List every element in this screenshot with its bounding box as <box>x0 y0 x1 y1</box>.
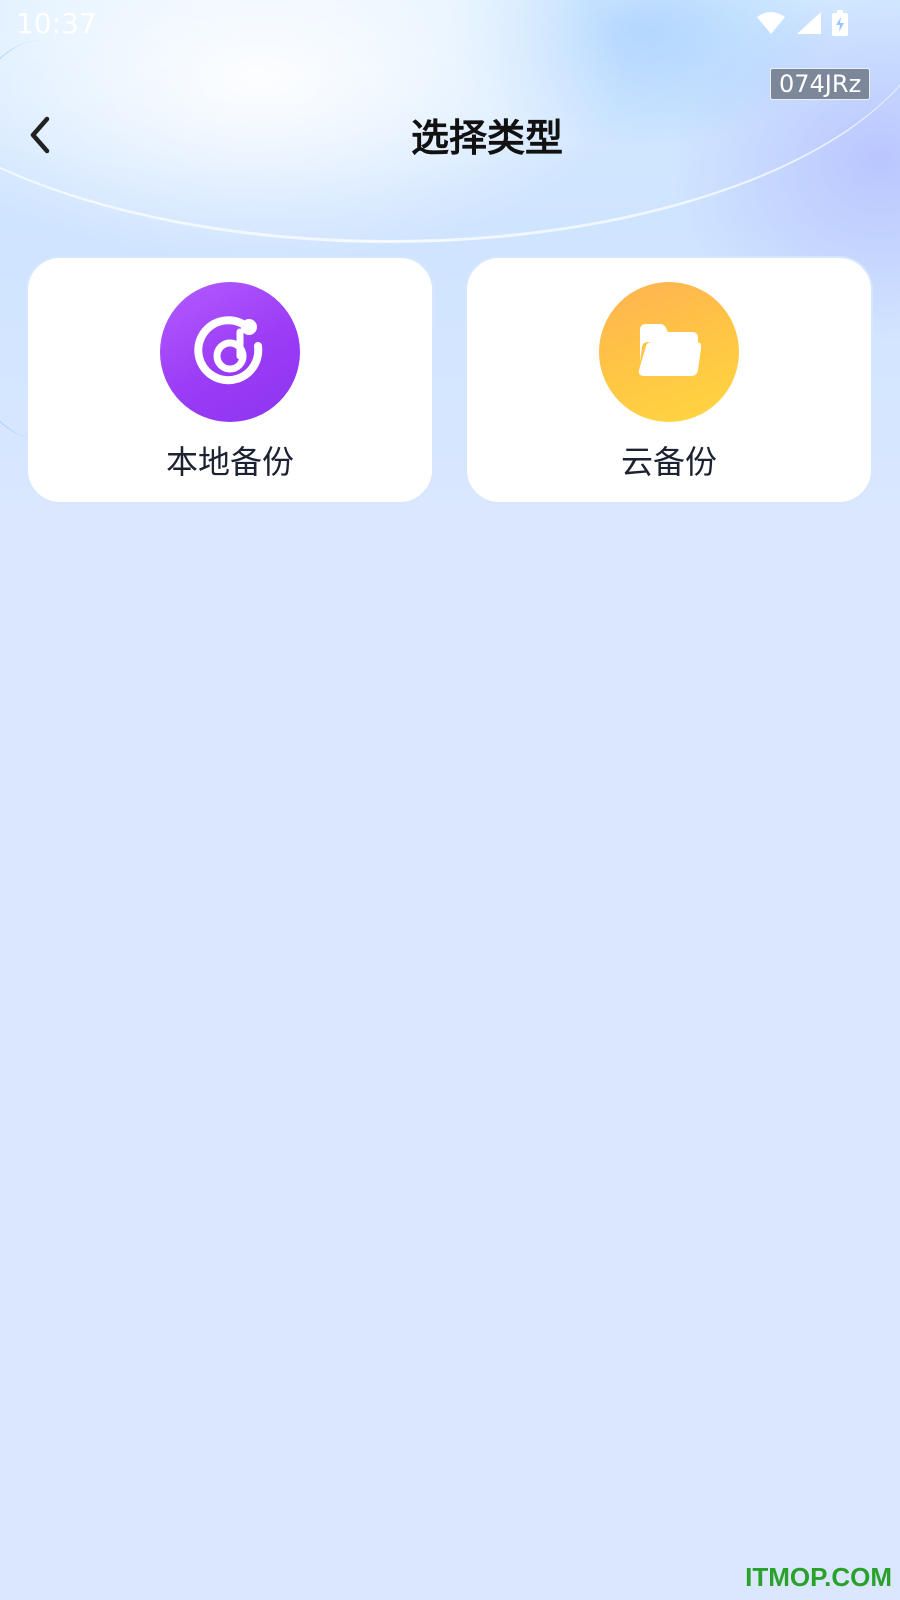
local-backup-icon-circle <box>160 282 300 422</box>
build-badge: 074JRz <box>770 68 871 100</box>
watermark: ITMOP.COM <box>745 1562 892 1592</box>
folder-icon <box>634 322 704 382</box>
local-backup-card[interactable]: 本地备份 <box>26 256 434 504</box>
cloud-backup-icon-circle <box>599 282 739 422</box>
battery-charging-icon <box>832 10 848 36</box>
wifi-icon <box>756 11 786 35</box>
music-disc-icon <box>192 312 268 392</box>
cloud-backup-label: 云备份 <box>620 443 717 481</box>
status-time: 10:37 <box>16 7 97 40</box>
status-icons <box>756 10 848 36</box>
cloud-backup-card[interactable]: 云备份 <box>465 256 873 504</box>
back-button[interactable] <box>18 112 62 162</box>
content-background <box>3 500 898 1595</box>
chevron-left-icon <box>25 115 55 159</box>
local-backup-label: 本地备份 <box>165 443 294 481</box>
cell-signal-icon <box>796 11 822 35</box>
